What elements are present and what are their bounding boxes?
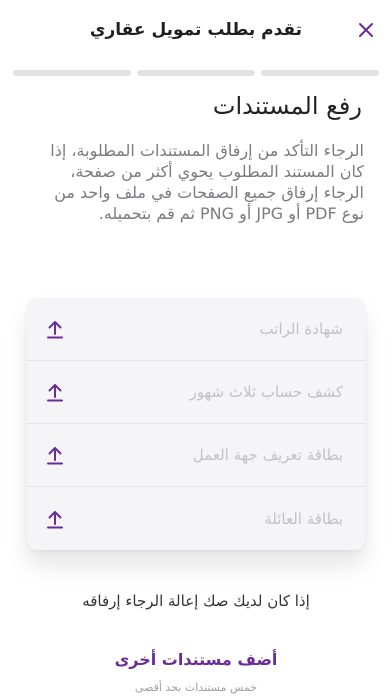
document-label: بطاقة تعريف جهة العمل bbox=[192, 446, 343, 464]
close-button[interactable] bbox=[354, 18, 378, 42]
document-row-bank-statement[interactable]: كشف حساب ثلاث شهور bbox=[27, 361, 365, 424]
upload-documents-screen: تقدم بطلب تمويل عقاري رفع المستندات الرج… bbox=[0, 0, 392, 696]
header: تقدم بطلب تمويل عقاري bbox=[0, 0, 392, 62]
document-row-family-card[interactable]: بطاقة العائلة bbox=[27, 487, 365, 550]
add-more-documents-button[interactable]: أضف مستندات أخرى bbox=[0, 650, 392, 669]
document-label: شهادة الراتب bbox=[259, 320, 343, 338]
dependency-deed-notice: إذا كان لديك صك إعالة الرجاء إرفاقه bbox=[82, 592, 310, 610]
progress-step-2 bbox=[137, 70, 255, 76]
step-progress bbox=[13, 70, 379, 76]
documents-card: شهادة الراتب كشف حساب ثلاث شهور بطاقة تع… bbox=[27, 298, 365, 550]
document-row-salary-certificate[interactable]: شهادة الراتب bbox=[27, 298, 365, 361]
close-icon bbox=[359, 23, 373, 37]
upload-icon[interactable] bbox=[45, 382, 65, 402]
document-label: كشف حساب ثلاث شهور bbox=[189, 383, 343, 401]
header-title: تقدم بطلب تمويل عقاري bbox=[89, 20, 303, 40]
upload-icon[interactable] bbox=[45, 509, 65, 529]
page-title: رفع المستندات bbox=[212, 92, 362, 120]
progress-step-3 bbox=[13, 70, 131, 76]
instructions-text: الرجاء التأكد من إرفاق المستندات المطلوب… bbox=[50, 141, 364, 223]
upload-icon[interactable] bbox=[45, 319, 65, 339]
progress-step-1 bbox=[261, 70, 379, 76]
upload-icon[interactable] bbox=[45, 445, 65, 465]
document-row-employer-id[interactable]: بطاقة تعريف جهة العمل bbox=[27, 424, 365, 487]
max-documents-hint: خمس مستندات بحد أقصى bbox=[134, 681, 258, 694]
document-label: بطاقة العائلة bbox=[264, 509, 343, 528]
